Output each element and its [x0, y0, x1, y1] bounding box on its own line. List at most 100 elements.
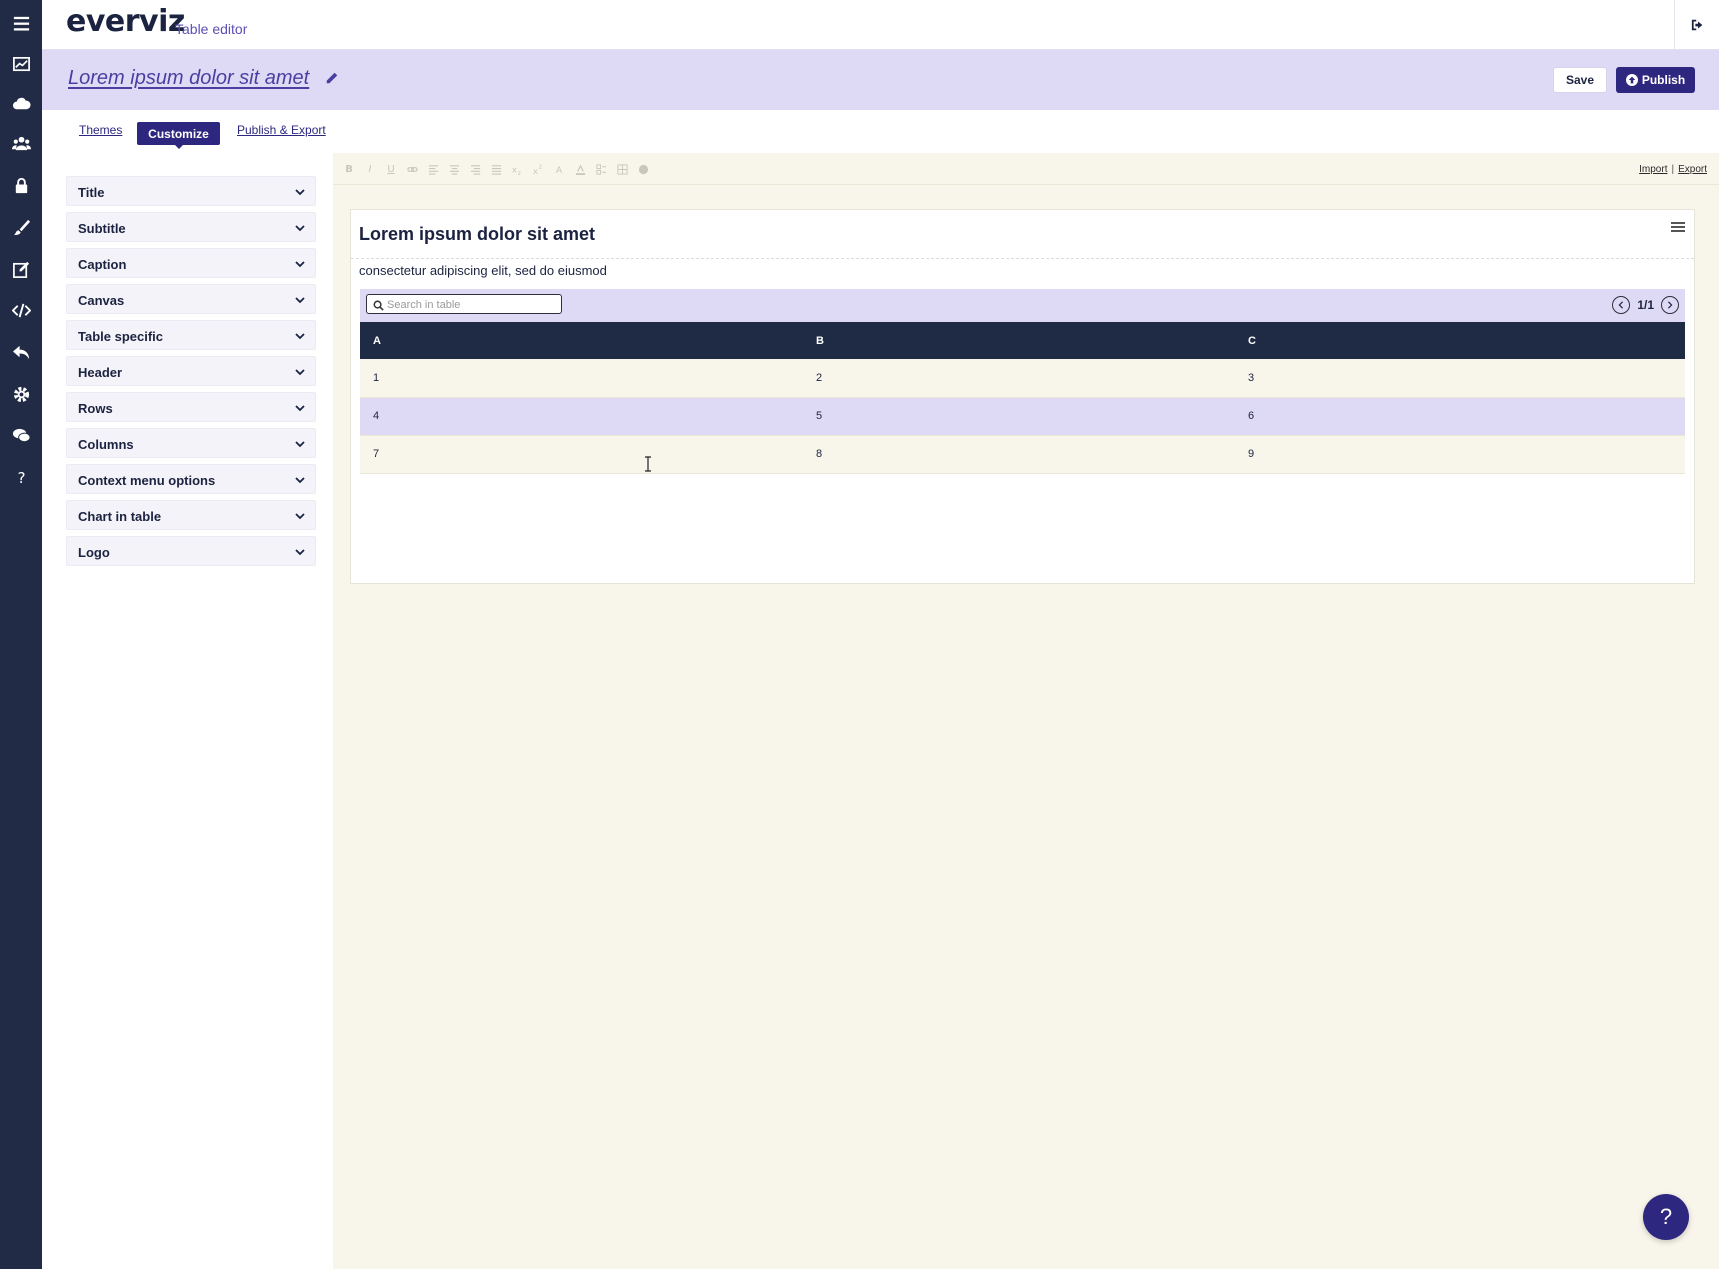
table-row: 4 5 6 [360, 397, 1685, 436]
team-icon[interactable] [0, 123, 42, 163]
section-label: Logo [78, 545, 110, 560]
search-input[interactable] [387, 297, 557, 312]
table-cell[interactable]: 4 [360, 397, 803, 436]
section-label: Context menu options [78, 473, 216, 488]
chat-icon[interactable] [0, 415, 42, 455]
section-label: Canvas [78, 293, 125, 308]
section-label: Columns [78, 437, 134, 452]
link-separator: | [1671, 164, 1675, 175]
logout-icon[interactable] [1687, 14, 1709, 36]
project-bar: Lorem ipsum dolor sit amet Save Publish [42, 50, 1719, 110]
table-cell[interactable]: 5 [803, 397, 1235, 436]
underline-button[interactable]: U [385, 163, 397, 175]
gear-icon[interactable] [0, 374, 42, 414]
import-export-links: Import | Export [1639, 164, 1707, 175]
table-cell[interactable]: 7 [360, 435, 803, 474]
svg-text:x: x [533, 166, 538, 175]
list-icon[interactable] [595, 163, 607, 175]
superscript-icon[interactable]: x2 [532, 163, 544, 175]
circle-icon[interactable] [637, 163, 649, 175]
tab-customize[interactable]: Customize [137, 122, 220, 149]
chevron-left-icon [1618, 301, 1624, 309]
table-subtitle[interactable]: consectetur adipiscing elit, sed do eius… [359, 263, 607, 278]
cloud-icon[interactable] [0, 84, 42, 124]
column-header[interactable]: B [803, 322, 1235, 359]
everviz-logo[interactable]: everviz [66, 4, 185, 39]
export-link[interactable]: Export [1678, 164, 1707, 175]
column-header[interactable]: A [360, 322, 803, 359]
bold-button[interactable]: B [343, 163, 355, 175]
tab-themes[interactable]: Themes [79, 123, 122, 137]
hamburger-menu-icon[interactable] [1671, 221, 1685, 233]
table-title[interactable]: Lorem ipsum dolor sit amet [359, 224, 595, 245]
align-center-icon[interactable] [448, 163, 460, 175]
table-header-row: A B C [360, 322, 1685, 359]
reply-icon[interactable] [0, 332, 42, 372]
section-columns[interactable]: Columns [66, 428, 316, 458]
table-cell[interactable]: 1 [360, 359, 803, 398]
section-chart-in-table[interactable]: Chart in table [66, 500, 316, 530]
subscript-icon[interactable]: x2 [511, 163, 523, 175]
chevron-down-icon [295, 369, 305, 376]
align-left-icon[interactable] [427, 163, 439, 175]
font-color-icon[interactable]: A [553, 163, 565, 175]
edit-icon[interactable] [0, 249, 42, 289]
section-logo[interactable]: Logo [66, 536, 316, 566]
pencil-icon[interactable] [325, 71, 341, 87]
chevron-right-icon [1667, 301, 1673, 309]
justify-icon[interactable] [490, 163, 502, 175]
publish-label: Publish [1641, 73, 1686, 87]
section-label: Caption [78, 257, 127, 272]
section-caption[interactable]: Caption [66, 248, 316, 278]
section-title[interactable]: Title [66, 176, 316, 206]
section-label: Rows [78, 401, 113, 416]
table-cell[interactable]: 9 [1235, 435, 1685, 474]
table-icon[interactable] [616, 163, 628, 175]
help-button[interactable]: ? [1643, 1194, 1689, 1240]
section-rows[interactable]: Rows [66, 392, 316, 422]
section-canvas[interactable]: Canvas [66, 284, 316, 314]
table-row: 7 8 9 [360, 435, 1685, 474]
prev-page-button[interactable] [1612, 296, 1631, 314]
section-subtitle[interactable]: Subtitle [66, 212, 316, 242]
table-cell[interactable]: 6 [1235, 397, 1685, 436]
column-header[interactable]: C [1235, 322, 1685, 359]
project-title[interactable]: Lorem ipsum dolor sit amet [68, 67, 309, 90]
align-right-icon[interactable] [469, 163, 481, 175]
tab-publish-export[interactable]: Publish & Export [237, 123, 326, 137]
publish-icon [1625, 74, 1638, 86]
import-link[interactable]: Import [1639, 164, 1667, 175]
text-cursor-icon [645, 456, 651, 472]
save-button[interactable]: Save [1553, 67, 1607, 93]
lock-icon[interactable] [0, 165, 42, 205]
code-icon[interactable] [0, 290, 42, 330]
highlight-icon[interactable] [574, 163, 586, 175]
link-icon[interactable] [406, 163, 418, 175]
svg-text:2: 2 [517, 171, 521, 175]
brush-icon[interactable] [0, 207, 42, 247]
table-preview-card: Lorem ipsum dolor sit amet consectetur a… [350, 209, 1695, 584]
section-header[interactable]: Header [66, 356, 316, 386]
chevron-down-icon [295, 441, 305, 448]
section-label: Chart in table [78, 509, 162, 524]
search-field[interactable] [366, 294, 562, 314]
section-table-specific[interactable]: Table specific [66, 320, 316, 350]
question-icon[interactable]: ? [0, 457, 42, 497]
table-cell[interactable]: 8 [803, 435, 1235, 474]
charts-icon[interactable] [0, 44, 42, 84]
app-subtitle: Table editor [175, 21, 248, 37]
table-cell[interactable]: 2 [803, 359, 1235, 398]
topbar-divider [1674, 0, 1675, 50]
data-table: A B C 1 2 3 4 5 6 7 8 9 [360, 322, 1685, 474]
publish-button[interactable]: Publish [1616, 67, 1695, 93]
section-context-menu-options[interactable]: Context menu options [66, 464, 316, 494]
chevron-down-icon [295, 513, 305, 520]
next-page-button[interactable] [1661, 296, 1679, 314]
section-label: Header [78, 365, 123, 380]
search-icon [373, 300, 384, 311]
menu-icon[interactable] [0, 3, 42, 43]
table-cell[interactable]: 3 [1235, 359, 1685, 398]
italic-button[interactable]: I [364, 163, 376, 175]
pagination: 1/1 [1612, 295, 1679, 315]
table-row: 1 2 3 [360, 359, 1685, 398]
